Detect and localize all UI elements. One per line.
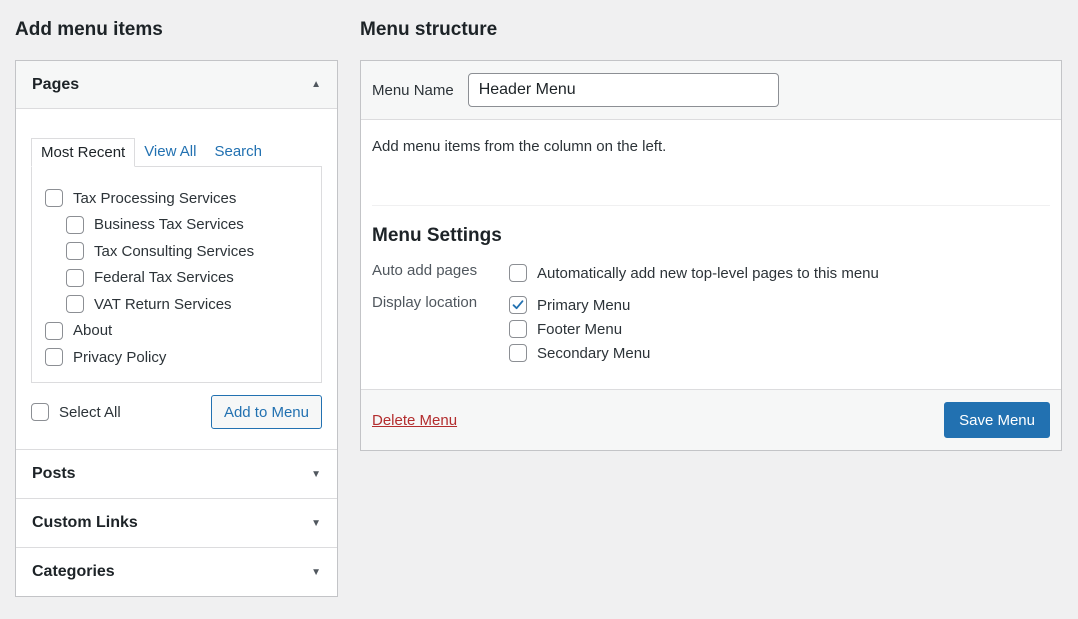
display-location-label: Display location (372, 294, 478, 311)
select-all-label: Select All (59, 403, 121, 421)
page-checkbox[interactable] (45, 348, 63, 367)
menu-settings-title: Menu Settings (372, 225, 502, 246)
pages-section-body: Most Recent View All Search Tax Processi… (16, 109, 337, 449)
auto-add-option-label: Automatically add new top-level pages to… (537, 264, 879, 282)
page-checkbox[interactable] (66, 215, 84, 234)
location-option[interactable]: Primary Menu (509, 293, 650, 317)
page-checkbox[interactable] (66, 268, 84, 287)
menu-items-accordion: Pages ▲ Most Recent View All Search Tax … (15, 60, 338, 597)
menu-body: Add menu items from the column on the le… (361, 120, 1061, 365)
menu-name-label: Menu Name (372, 81, 454, 99)
pages-section: Pages ▲ Most Recent View All Search Tax … (16, 61, 337, 450)
menu-name-input[interactable] (467, 73, 779, 107)
auto-add-options: Automatically add new top-level pages to… (509, 261, 879, 285)
pages-section-header[interactable]: Pages ▲ (16, 61, 337, 109)
expand-arrow-icon: ▼ (311, 566, 321, 578)
page-item-label: Federal Tax Services (94, 269, 234, 287)
add-to-menu-button[interactable]: Add to Menu (210, 395, 322, 429)
page-checkbox[interactable] (45, 321, 63, 340)
categories-section-title: Categories (32, 563, 115, 580)
auto-add-checkbox[interactable] (509, 264, 527, 282)
location-checkbox[interactable] (509, 320, 527, 338)
location-option[interactable]: Footer Menu (509, 317, 650, 341)
page-item[interactable]: About (45, 318, 307, 345)
delete-menu-link[interactable]: Delete Menu (372, 412, 457, 429)
display-location-row: Display location Primary Menu Footer Menu… (372, 293, 1050, 365)
custom-links-section-title: Custom Links (32, 514, 138, 531)
tab-most-recent[interactable]: Most Recent (31, 138, 136, 167)
location-option-label: Primary Menu (537, 296, 631, 314)
tab-view-all[interactable]: View All (135, 137, 205, 166)
menu-structure-panel: Menu Name Add menu items from the column… (360, 60, 1062, 451)
menu-name-bar: Menu Name (361, 61, 1061, 120)
tab-search[interactable]: Search (205, 137, 271, 166)
page-item-label: Tax Processing Services (73, 189, 237, 207)
select-all-row[interactable]: Select All (31, 403, 121, 421)
page-item-label: Business Tax Services (94, 216, 244, 234)
pages-checklist: Tax Processing Services Business Tax Serv… (31, 166, 322, 383)
page-item[interactable]: VAT Return Services (45, 291, 307, 318)
page-item-label: Privacy Policy (73, 348, 167, 366)
auto-add-row: Auto add pages Automatically add new top… (372, 261, 1050, 285)
custom-links-section-header[interactable]: Custom Links ▼ (16, 499, 337, 547)
add-menu-items-title: Add menu items (15, 19, 163, 40)
select-all-checkbox[interactable] (31, 403, 49, 421)
page-checkbox[interactable] (45, 189, 63, 208)
page-item[interactable]: Tax Processing Services (45, 185, 307, 212)
pages-section-title: Pages (32, 75, 80, 93)
collapse-arrow-icon: ▲ (311, 79, 321, 90)
checked-checkbox[interactable] (509, 296, 527, 314)
page-checkbox[interactable] (66, 242, 84, 261)
page-item[interactable]: Federal Tax Services (45, 265, 307, 292)
page-item-label: VAT Return Services (94, 295, 232, 313)
menu-footer: Delete Menu Save Menu (361, 389, 1061, 450)
posts-section: Posts ▼ (16, 450, 337, 499)
posts-section-title: Posts (32, 465, 76, 482)
page-item[interactable]: Privacy Policy (45, 344, 307, 371)
page-item-label: Tax Consulting Services (94, 242, 255, 260)
pages-footer: Select All Add to Menu (31, 395, 322, 429)
page-item-label: About (73, 322, 113, 340)
location-checkbox[interactable] (509, 344, 527, 362)
display-location-options: Primary Menu Footer Menu Secondary Menu (509, 293, 650, 365)
location-option-label: Footer Menu (537, 320, 623, 338)
categories-section-header[interactable]: Categories ▼ (16, 548, 337, 596)
pages-tabs: Most Recent View All Search (31, 137, 322, 167)
categories-section: Categories ▼ (16, 548, 337, 596)
page-item[interactable]: Business Tax Services (45, 212, 307, 239)
save-menu-button[interactable]: Save Menu (944, 402, 1050, 438)
menu-structure-title: Menu structure (360, 19, 498, 40)
expand-arrow-icon: ▼ (311, 468, 321, 480)
location-option[interactable]: Secondary Menu (509, 341, 650, 365)
location-option-label: Secondary Menu (537, 344, 651, 362)
auto-add-label: Auto add pages (372, 262, 478, 279)
posts-section-header[interactable]: Posts ▼ (16, 450, 337, 498)
custom-links-section: Custom Links ▼ (16, 499, 337, 548)
menu-hint-text: Add menu items from the column on the le… (372, 120, 1050, 206)
auto-add-option[interactable]: Automatically add new top-level pages to… (509, 261, 879, 285)
page-item[interactable]: Tax Consulting Services (45, 238, 307, 265)
page-checkbox[interactable] (66, 295, 84, 314)
expand-arrow-icon: ▼ (311, 517, 321, 529)
